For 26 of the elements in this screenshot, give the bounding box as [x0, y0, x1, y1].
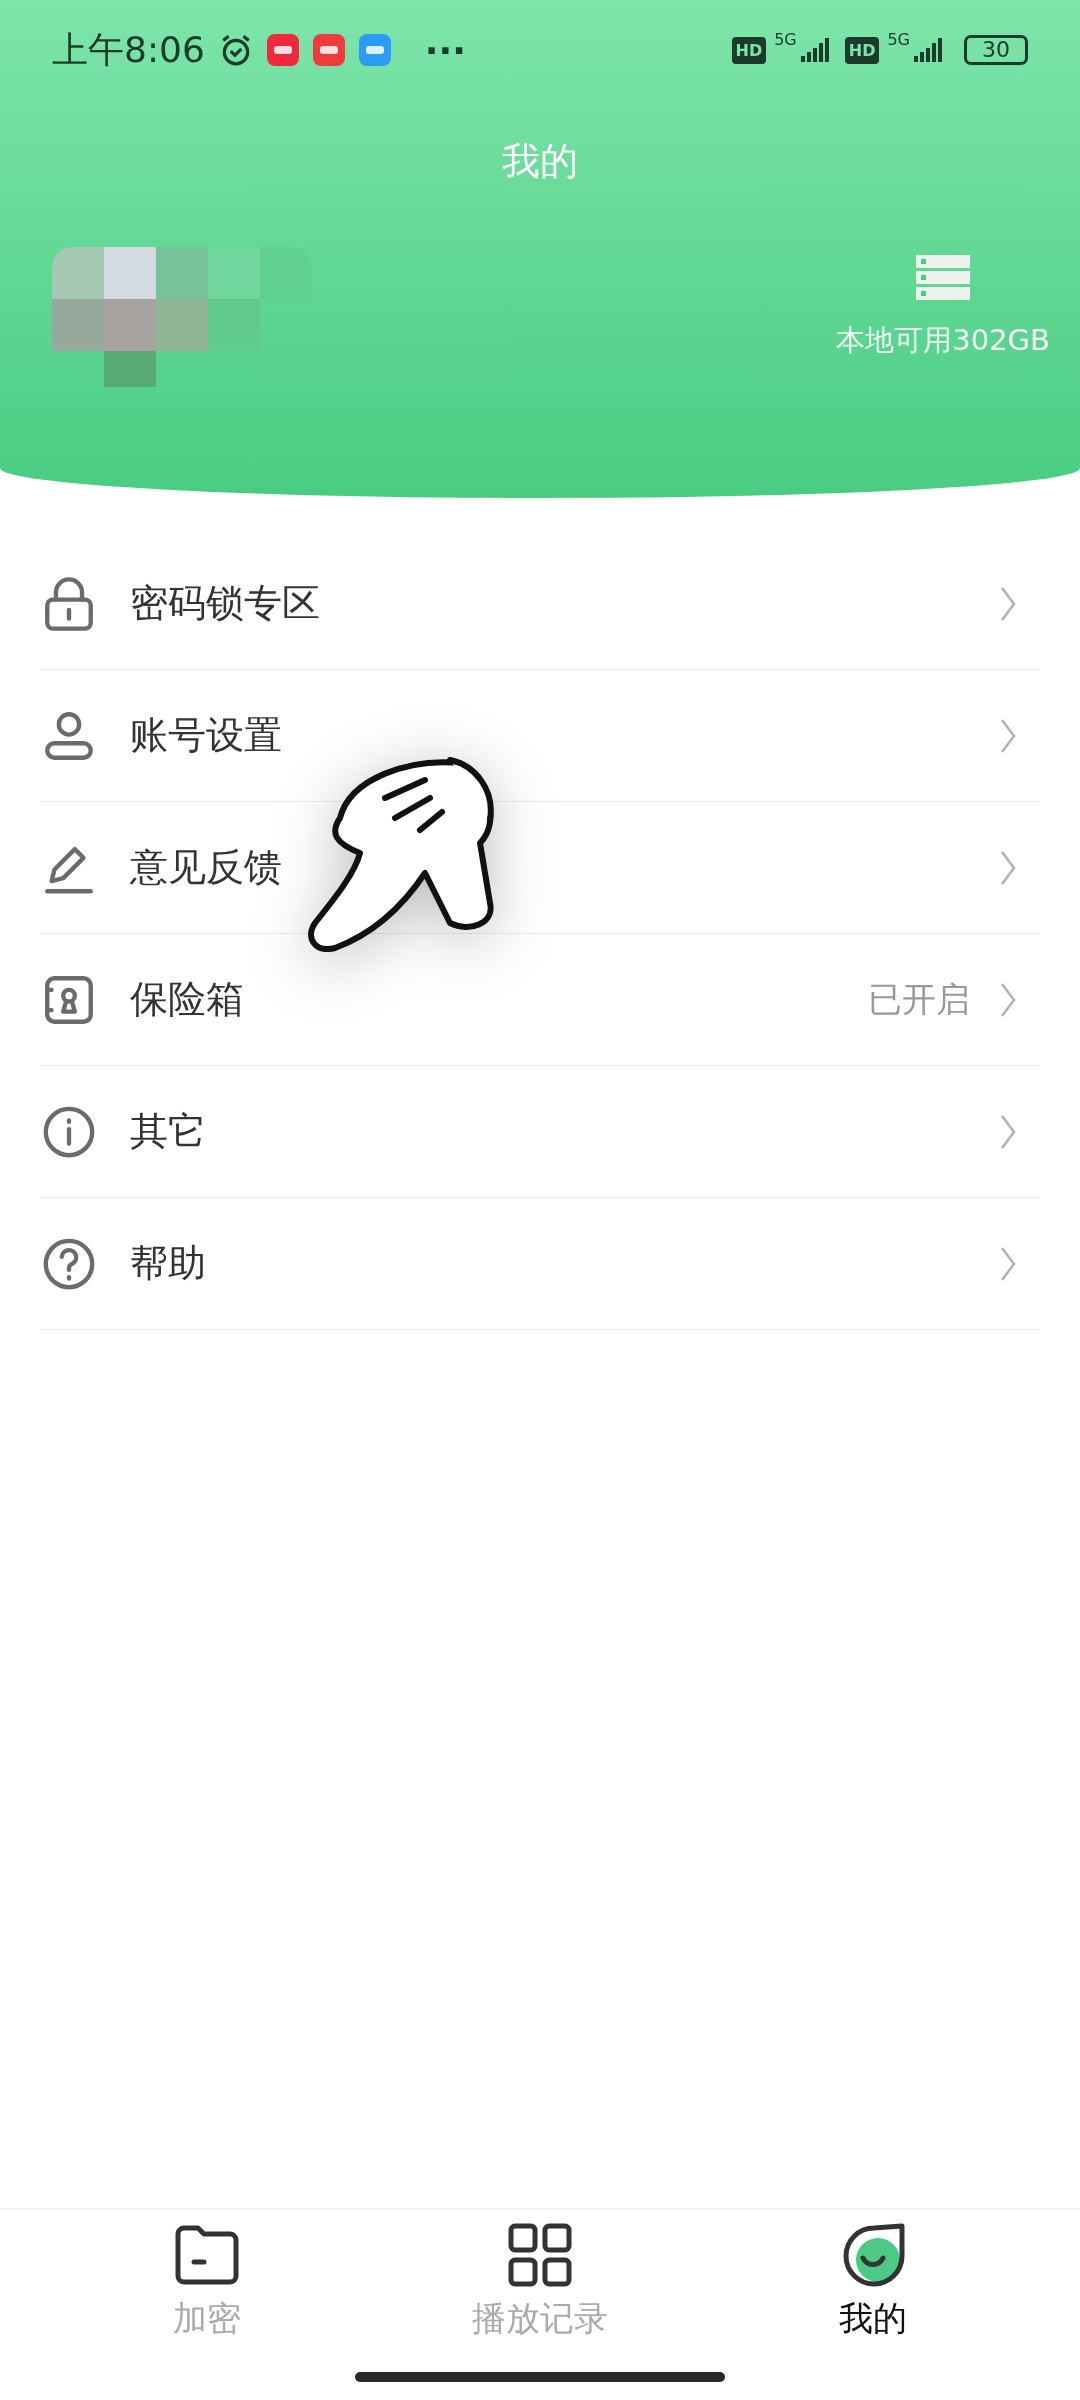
storage-available: 本地可用302GB: [836, 322, 1050, 359]
status-value: 已开启: [868, 977, 970, 1021]
more-notifications: ···: [424, 29, 466, 71]
menu-label: 帮助: [130, 1240, 206, 1287]
app-icon: [312, 34, 345, 66]
menu-item[interactable]: 密码锁专区: [40, 538, 1040, 670]
signal-icon: [914, 38, 944, 62]
hd-badge: HD: [844, 36, 880, 64]
app-icon: [358, 34, 391, 66]
storage-icon[interactable]: [916, 255, 971, 301]
menu-label: 其它: [130, 1108, 206, 1155]
app-icon: [266, 34, 299, 66]
signal-icon: [800, 38, 831, 62]
network-label: 5G: [774, 30, 797, 49]
menu-label: 意见反馈: [130, 844, 282, 891]
nav-tab[interactable]: 我的: [743, 2220, 1004, 2342]
menu-label: 密码锁专区: [130, 580, 320, 627]
battery-indicator: 30: [964, 35, 1028, 65]
page-title: 我的: [501, 138, 579, 185]
hd-badge: HD: [731, 36, 767, 64]
menu-label: 账号设置: [130, 712, 282, 759]
menu-item[interactable]: 帮助: [40, 1198, 1040, 1330]
menu-item[interactable]: 其它: [40, 1066, 1040, 1198]
status-time: 上午8:06: [52, 27, 205, 72]
menu-label: 保险箱: [130, 976, 244, 1023]
network-label: 5G: [887, 30, 910, 49]
